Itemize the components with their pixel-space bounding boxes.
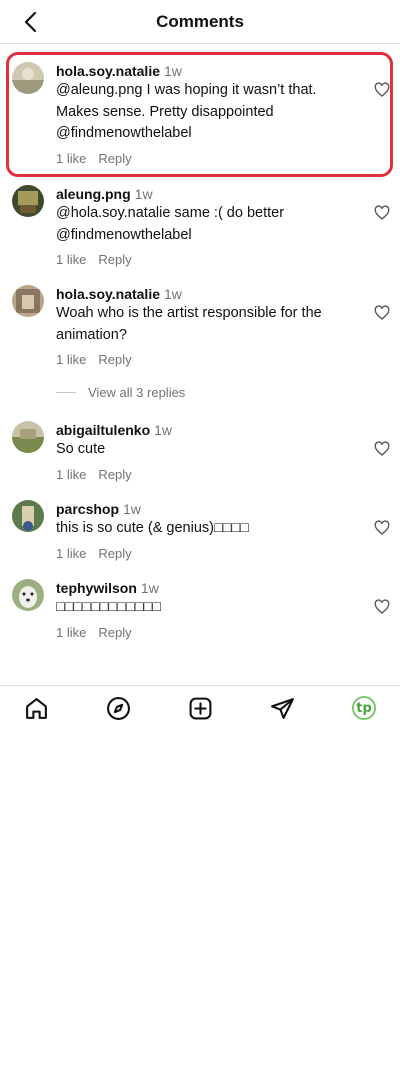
like-count[interactable]: 1 like bbox=[56, 625, 86, 640]
comment-text: this is so cute (& genius)□□□□ bbox=[56, 520, 249, 536]
comment-text: So cute bbox=[56, 441, 106, 457]
comment-text: □□□□□□□□□□□□ bbox=[56, 599, 162, 615]
avatar[interactable] bbox=[12, 579, 44, 611]
comment-username[interactable]: hola.soy.natalie bbox=[56, 286, 160, 302]
avatar[interactable] bbox=[12, 185, 44, 217]
heart-icon[interactable] bbox=[374, 205, 390, 221]
tab-home[interactable] bbox=[23, 695, 49, 721]
comment-time: 1w bbox=[140, 580, 159, 596]
like-count[interactable]: 1 like bbox=[56, 467, 86, 482]
like-count[interactable]: 1 like bbox=[56, 546, 86, 561]
comment-text: @hola.soy.natalie same :( do better @fin… bbox=[56, 205, 285, 243]
direct-message-icon bbox=[270, 697, 294, 719]
heart-icon[interactable] bbox=[374, 441, 390, 457]
comment-time: 1w bbox=[164, 286, 182, 302]
comment-time: 1w bbox=[154, 422, 173, 438]
avatar[interactable] bbox=[12, 421, 44, 453]
like-count[interactable]: 1 like bbox=[56, 151, 86, 166]
reply-button[interactable]: Reply bbox=[98, 546, 131, 561]
avatar[interactable] bbox=[12, 500, 44, 532]
heart-icon[interactable] bbox=[374, 82, 390, 98]
tab-profile[interactable]: tp bbox=[352, 696, 376, 720]
home-icon bbox=[25, 697, 47, 719]
comment-text: Woah who is the artist responsible for t… bbox=[56, 305, 322, 343]
reply-divider bbox=[56, 392, 76, 393]
comment-time: 1w bbox=[164, 63, 182, 79]
reply-button[interactable]: Reply bbox=[98, 625, 131, 640]
header: Comments bbox=[0, 0, 400, 44]
heart-icon[interactable] bbox=[374, 305, 390, 321]
comment-username[interactable]: hola.soy.natalie bbox=[56, 63, 160, 79]
comment-username[interactable]: tephywilson bbox=[56, 580, 137, 596]
heart-icon[interactable] bbox=[374, 520, 390, 536]
comment-text: @aleung.png I was hoping it wasn’t that.… bbox=[56, 82, 317, 141]
reply-button[interactable]: Reply bbox=[98, 467, 131, 482]
like-count[interactable]: 1 like bbox=[56, 252, 86, 267]
bottom-tab-bar: tp bbox=[0, 685, 400, 731]
comment-username[interactable]: abigailtulenko bbox=[56, 422, 150, 438]
reply-button[interactable]: Reply bbox=[98, 151, 131, 166]
like-count[interactable]: 1 like bbox=[56, 352, 86, 367]
avatar[interactable] bbox=[12, 62, 44, 94]
comment-username[interactable]: parcshop bbox=[56, 501, 119, 517]
tab-create[interactable] bbox=[187, 695, 213, 721]
tab-explore[interactable] bbox=[105, 695, 131, 721]
profile-avatar: tp bbox=[356, 700, 372, 716]
reply-button[interactable]: Reply bbox=[98, 252, 131, 267]
explore-icon bbox=[106, 696, 130, 720]
view-replies-label: View all 3 replies bbox=[88, 385, 186, 400]
page-title: Comments bbox=[156, 12, 244, 31]
comment-username[interactable]: aleung.png bbox=[56, 186, 131, 202]
avatar[interactable] bbox=[12, 285, 44, 317]
reply-button[interactable]: Reply bbox=[98, 352, 131, 367]
heart-icon[interactable] bbox=[374, 599, 390, 615]
comment-time: 1w bbox=[123, 501, 141, 517]
view-replies-button[interactable]: View all 3 replies bbox=[56, 385, 185, 400]
create-icon bbox=[189, 697, 211, 719]
tab-messages[interactable] bbox=[269, 695, 295, 721]
comment-time: 1w bbox=[134, 186, 153, 202]
